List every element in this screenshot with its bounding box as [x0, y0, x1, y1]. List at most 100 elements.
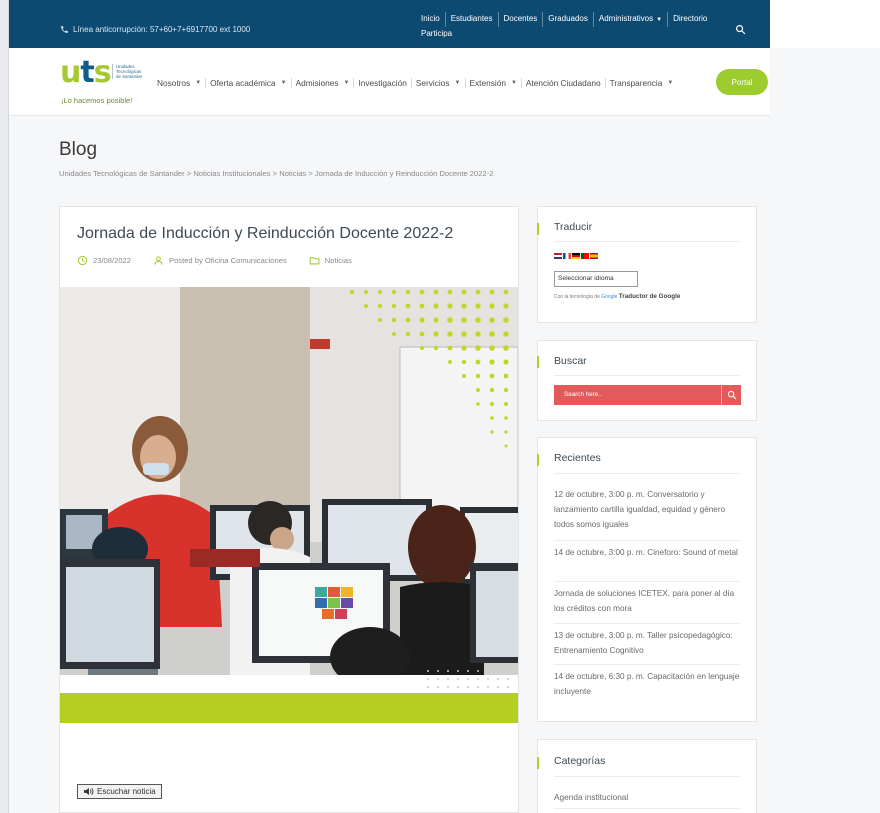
powered-prefix: Con la tecnología de: [554, 294, 600, 300]
divider: [554, 776, 741, 777]
menu-oferta-academica[interactable]: Oferta académica ▼: [205, 78, 290, 88]
widget-title: Categorías: [554, 755, 606, 767]
search-placeholder: Search here..: [564, 391, 602, 398]
menu-investigacion[interactable]: Investigación: [353, 78, 410, 88]
logo-subtitle-line: de Santander: [116, 74, 143, 79]
divider: [554, 664, 741, 665]
menu-nosotros[interactable]: Nosotros ▼: [157, 78, 205, 88]
breadcrumb[interactable]: Unidades Tecnológicas de Santander > Not…: [59, 169, 493, 178]
anticorruption-line[interactable]: Línea anticorrupción: 57+60+7+6917700 ex…: [60, 25, 250, 34]
menu-label: Servicios: [415, 78, 450, 88]
clock-icon: [77, 255, 88, 266]
powered-product: Traductor de Google: [618, 293, 681, 300]
widget-categories: Categorías Agenda institucional: [537, 739, 757, 813]
chevron-down-icon: ▼: [667, 80, 674, 86]
green-band: [60, 693, 518, 723]
article-date: 23/08/2022: [93, 256, 132, 265]
widget-accent: [537, 356, 539, 368]
listen-button[interactable]: Escuchar noticia: [77, 784, 162, 799]
flag-spanish-icon[interactable]: [590, 253, 598, 259]
topnav-graduados[interactable]: Graduados: [542, 12, 593, 27]
language-select[interactable]: Seleccionar idioma: [554, 271, 638, 287]
category-link[interactable]: Agenda institucional: [554, 792, 628, 802]
widget-recent-posts: Recientes 12 de octubre, 3:00 p. m. Conv…: [537, 437, 757, 722]
classroom-photo: [60, 287, 518, 675]
menu-label: Extensión: [469, 78, 506, 88]
logo-slogan: ¡Lo hacemos posible!: [61, 96, 133, 105]
menu-servicios[interactable]: Servicios ▼: [410, 78, 465, 88]
phone-text: Línea anticorrupción: 57+60+7+6917700 ex…: [73, 25, 251, 34]
logo-subtitle: Unidades Tecnológicas de Santander: [112, 64, 142, 79]
widget-accent: [537, 223, 539, 235]
page-title: Blog: [59, 139, 98, 160]
menu-admisiones[interactable]: Admisiones ▼: [290, 78, 354, 88]
topnav-directorio[interactable]: Directorio: [667, 12, 712, 27]
portal-button[interactable]: Portal: [716, 69, 768, 95]
divider: [554, 581, 741, 582]
topnav-administrativos-label: Administrativos: [598, 14, 654, 23]
top-navigation: Inicio Estudiantes Docentes Graduados Ad…: [416, 12, 726, 42]
menu-extension[interactable]: Extensión ▼: [464, 78, 521, 88]
chevron-down-icon: ▼: [195, 80, 202, 86]
top-search-button[interactable]: [728, 17, 752, 41]
recent-post-link[interactable]: 12 de octubre, 3:00 p. m. Conversatorio …: [554, 487, 744, 532]
search-input[interactable]: Search here..: [554, 385, 741, 405]
menu-transparencia[interactable]: Transparencia ▼: [604, 78, 678, 88]
language-flags: [554, 253, 598, 259]
recent-post-link[interactable]: 13 de octubre, 3:00 p. m. Taller psicope…: [554, 628, 744, 658]
chevron-down-icon: ▼: [656, 17, 663, 23]
topnav-inicio[interactable]: Inicio: [416, 12, 445, 27]
article-meta: 23/08/2022 Posted by Oficina Comunicacio…: [77, 255, 352, 266]
flag-french-icon[interactable]: [563, 253, 571, 259]
flag-portuguese-icon[interactable]: [581, 253, 589, 259]
menu-atencion-ciudadano[interactable]: Atención Ciudadano: [520, 78, 605, 88]
recent-post-link[interactable]: 14 de octubre, 3:00 p. m. Cineforo: Soun…: [554, 545, 744, 560]
folder-icon: [309, 257, 320, 265]
divider: [554, 241, 741, 242]
search-submit-button[interactable]: [721, 385, 741, 405]
main-menu: Nosotros ▼ Oferta académica ▼ Admisiones ▼ …: [157, 78, 677, 88]
google-brand: Google: [601, 294, 618, 300]
widget-accent: [537, 757, 539, 769]
speaker-icon: [84, 787, 94, 796]
article-author[interactable]: Posted by Oficina Comunicaciones: [169, 256, 287, 265]
window-frame: [0, 0, 9, 813]
article-featured-image: [60, 287, 518, 675]
flag-german-icon[interactable]: [572, 253, 580, 259]
widget-title: Recientes: [554, 452, 601, 464]
menu-label: Nosotros: [157, 78, 191, 88]
widget-title: Traducir: [554, 221, 593, 233]
topnav-administrativos[interactable]: Administrativos ▼: [592, 12, 667, 27]
uts-logo[interactable]: uts Unidades Tecnológicas de Santander ¡…: [60, 58, 150, 108]
article-category[interactable]: Noticias: [325, 256, 352, 265]
topnav-docentes[interactable]: Docentes: [497, 12, 543, 27]
google-translate-credit[interactable]: Con la tecnología de Google Traductor de…: [554, 293, 680, 300]
main-header: uts Unidades Tecnológicas de Santander ¡…: [9, 48, 770, 116]
article-card: Jornada de Inducción y Reinducción Docen…: [59, 206, 519, 813]
widget-accent: [537, 454, 539, 466]
topnav-participa[interactable]: Participa: [416, 27, 457, 42]
menu-label: Admisiones: [295, 78, 339, 88]
recent-post-link[interactable]: Jornada de soluciones ICETEX, para poner…: [554, 586, 744, 616]
menu-label: Investigación: [358, 78, 407, 88]
article-title: Jornada de Inducción y Reinducción Docen…: [77, 225, 454, 242]
widget-translate: Traducir Seleccionar idioma Con la tecno…: [537, 206, 757, 323]
search-icon: [735, 24, 745, 34]
chevron-down-icon: ▼: [343, 80, 350, 86]
chevron-down-icon: ▼: [454, 80, 461, 86]
divider: [554, 540, 741, 541]
divider: [554, 473, 741, 474]
topnav-estudiantes[interactable]: Estudiantes: [444, 12, 498, 27]
search-icon: [727, 390, 736, 400]
flag-english-icon[interactable]: [554, 253, 562, 259]
menu-label: Oferta académica: [210, 78, 276, 88]
widget-search: Buscar Search here..: [537, 340, 757, 421]
chevron-down-icon: ▼: [280, 80, 287, 86]
divider: [554, 623, 741, 624]
logo-wordmark: uts: [60, 55, 112, 90]
menu-label: Atención Ciudadano: [525, 78, 601, 88]
divider: [554, 375, 741, 376]
chevron-down-icon: ▼: [510, 80, 517, 86]
recent-post-link[interactable]: 14 de octubre, 6:30 p. m. Capacitación e…: [554, 669, 744, 699]
menu-label: Transparencia: [609, 78, 663, 88]
